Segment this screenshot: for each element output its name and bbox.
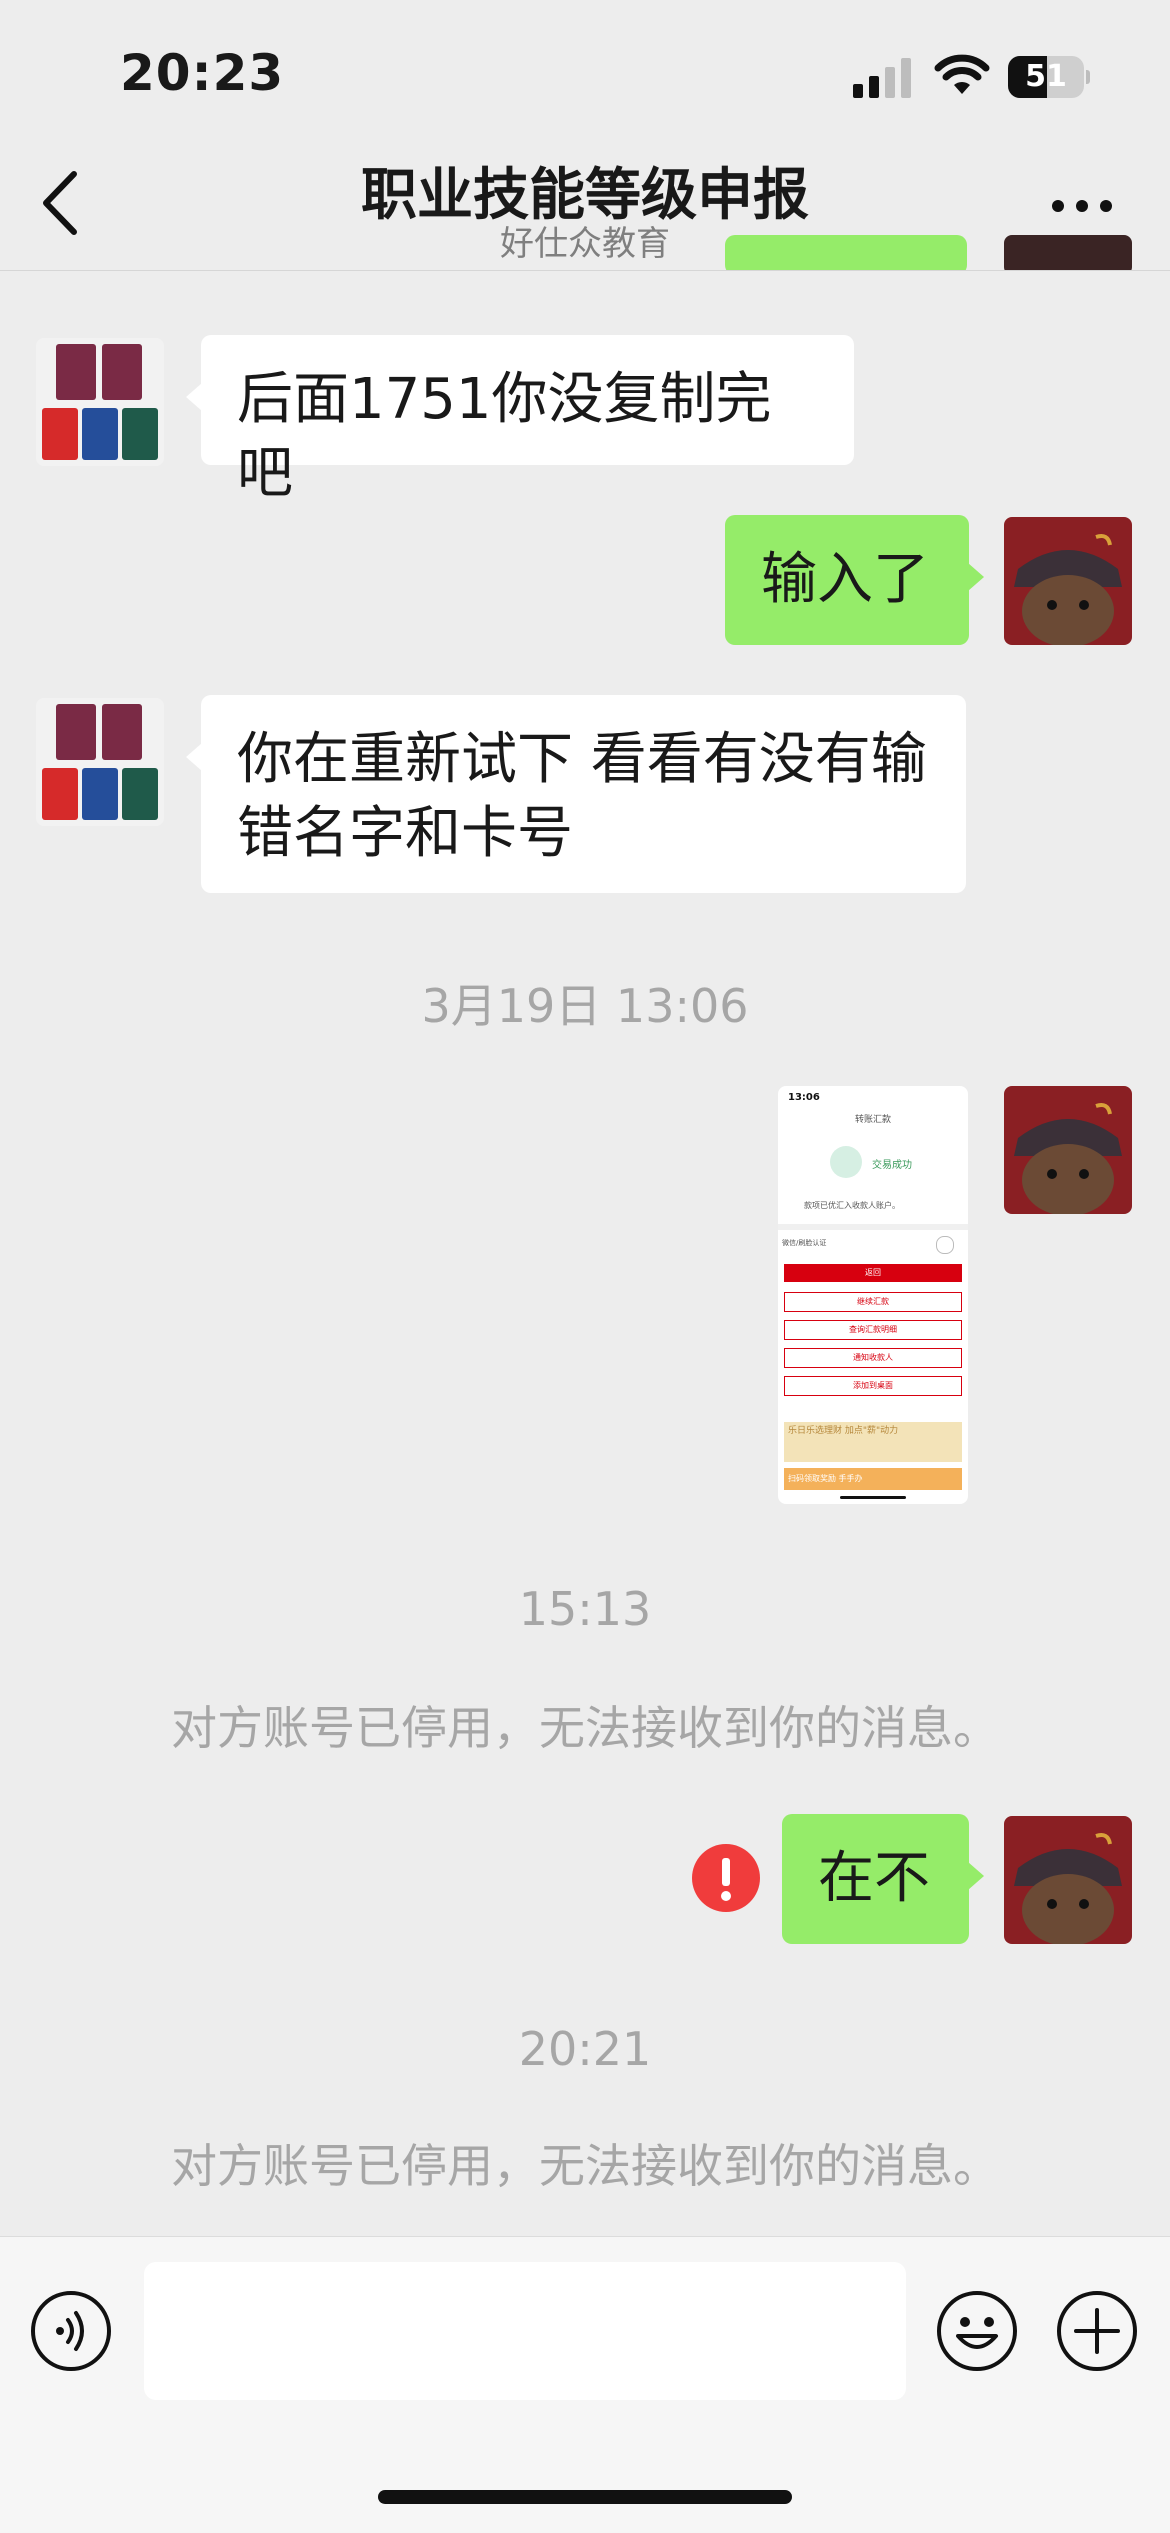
message-bubble-incoming[interactable]: 你在重新试下 看看有没有输错名字和卡号 bbox=[201, 695, 966, 893]
timestamp: 3月19日 13:06 bbox=[421, 979, 749, 1033]
screenshot-time: 13:06 bbox=[788, 1092, 820, 1103]
self-avatar[interactable] bbox=[1004, 1816, 1132, 1944]
message-text: 在不 bbox=[818, 1846, 930, 1911]
battery-level: 51 bbox=[1025, 59, 1067, 94]
contact-avatar[interactable] bbox=[36, 338, 164, 466]
status-time: 20:23 bbox=[120, 44, 285, 102]
message-text: 输入了 bbox=[761, 547, 929, 612]
emoji-icon[interactable] bbox=[936, 2290, 1018, 2372]
plus-icon[interactable] bbox=[1056, 2290, 1138, 2372]
error-icon[interactable] bbox=[692, 1844, 760, 1912]
timestamp: 15:13 bbox=[518, 1582, 652, 1636]
certificates-avatar-icon bbox=[36, 338, 164, 466]
screenshot-button: 继续汇款 bbox=[784, 1292, 962, 1312]
cat-avatar-icon bbox=[1004, 1816, 1132, 1944]
message-input[interactable] bbox=[144, 2262, 906, 2400]
message-text: 你在重新试下 看看有没有输错名字和卡号 bbox=[237, 727, 927, 866]
system-message: 对方账号已停用，无法接收到你的消息。 bbox=[171, 1701, 999, 1755]
cat-avatar-icon bbox=[1004, 517, 1132, 645]
contact-avatar[interactable] bbox=[36, 698, 164, 826]
message-bubble-outgoing[interactable]: 输入了 bbox=[725, 515, 969, 645]
screenshot-title: 转账汇款 bbox=[854, 1115, 891, 1125]
chat-subtitle: 好仕众教育 bbox=[500, 224, 670, 264]
screenshot-banner: 乐日乐选理财 加点"薪"动力 bbox=[784, 1422, 962, 1462]
screenshot-button: 添加到桌面 bbox=[784, 1376, 962, 1396]
message-text: 后面1751你没复制完吧 bbox=[237, 367, 772, 506]
screenshot-success: 交易成功 bbox=[872, 1160, 912, 1171]
screenshot-toggle-label: 微信/刷脸认证 bbox=[782, 1239, 827, 1247]
battery-icon: 51 bbox=[1008, 56, 1090, 98]
more-icon[interactable] bbox=[1050, 198, 1114, 214]
timestamp: 20:21 bbox=[518, 2022, 652, 2076]
system-message: 对方账号已停用，无法接收到你的消息。 bbox=[171, 2139, 999, 2193]
screenshot-button: 返回 bbox=[784, 1264, 962, 1282]
screenshot-desc: 款项已优汇入收款人账户。 bbox=[804, 1201, 900, 1210]
voice-icon[interactable] bbox=[30, 2290, 112, 2372]
screenshot-button: 查询汇款明细 bbox=[784, 1320, 962, 1340]
message-bubble-outgoing[interactable]: 在不 bbox=[782, 1814, 969, 1944]
screenshot-button: 通知收款人 bbox=[784, 1348, 962, 1368]
image-message[interactable]: 13:06 转账汇款 交易成功 款项已优汇入收款人账户。 微信/刷脸认证 返回 … bbox=[778, 1086, 968, 1504]
wifi-icon bbox=[934, 54, 990, 94]
self-avatar[interactable] bbox=[1004, 517, 1132, 645]
self-avatar[interactable] bbox=[1004, 1086, 1132, 1214]
message-bubble-incoming[interactable]: 后面1751你没复制完吧 bbox=[201, 335, 854, 506]
certificates-avatar-icon bbox=[36, 698, 164, 826]
screenshot-banner: 扫码领取奖励 手手办 bbox=[784, 1468, 962, 1490]
home-indicator bbox=[378, 2490, 792, 2504]
signal-icon bbox=[853, 58, 911, 98]
cat-avatar-icon bbox=[1004, 1086, 1132, 1214]
